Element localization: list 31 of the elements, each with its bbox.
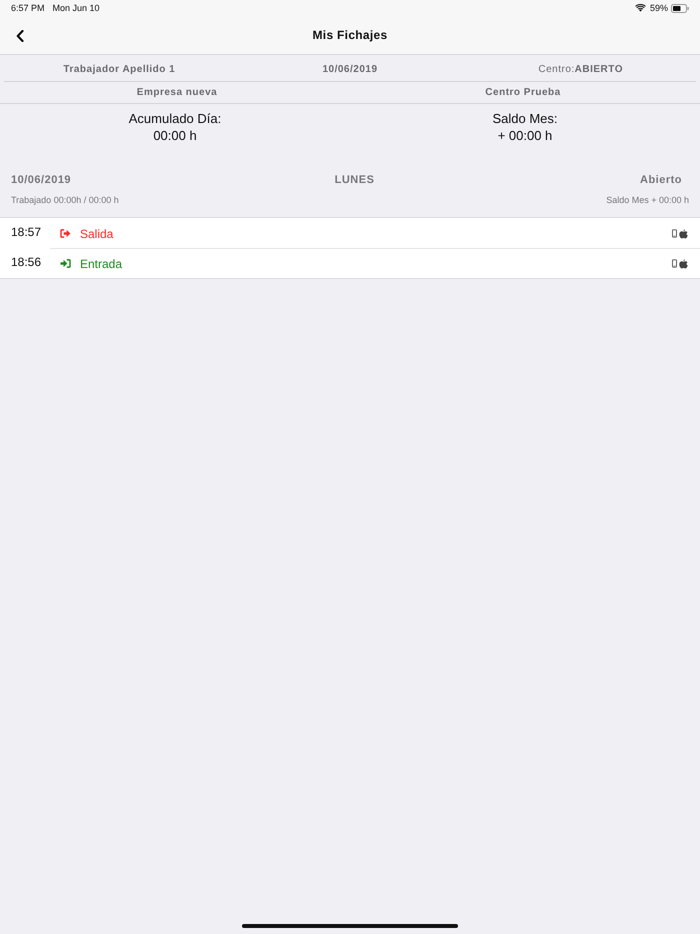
day-status: Abierto — [640, 173, 682, 188]
info-text: Centro Prueba — [484, 87, 562, 98]
info-text: Centro:ABIERTO — [537, 64, 624, 75]
entry-time: 18:57 — [10, 224, 42, 241]
phone-icon — [672, 259, 677, 268]
summary-label: Acumulado Día: — [128, 110, 222, 127]
phone-icon — [672, 229, 677, 238]
status-time: 6:57 PM — [11, 3, 45, 13]
worked-hours: Trabajado 00:00h / 00:00 h — [11, 194, 119, 207]
back-icon[interactable] — [16, 30, 24, 42]
status-date: Mon Jun 10 — [52, 3, 100, 13]
entry-row[interactable]: 18:56 Entrada — [0, 248, 700, 278]
month-balance: Saldo Mes + 00:00 h — [606, 194, 689, 207]
info-text: Trabajador Apellido 1 — [62, 64, 176, 75]
entry-type: Entrada — [80, 256, 122, 270]
summary-label: Saldo Mes: — [492, 110, 558, 127]
battery-percent: 59% — [650, 3, 668, 13]
summary-value: + 00:00 h — [498, 127, 552, 144]
day-date: 10/06/2019 — [11, 173, 72, 188]
apple-icon — [679, 228, 688, 238]
summary-value: 00:00 h — [153, 127, 197, 144]
apple-icon — [679, 258, 688, 268]
battery-icon — [671, 4, 689, 12]
entry-row[interactable]: 18:57 Salida — [0, 218, 700, 248]
info-text: 10/06/2019 — [321, 64, 379, 75]
page-title: Mis Fichajes — [312, 28, 388, 42]
entry-time: 18:56 — [10, 254, 42, 271]
entry-type: Salida — [80, 226, 114, 240]
wifi-icon — [634, 4, 646, 12]
day-weekday: LUNES — [334, 173, 374, 188]
info-text: Empresa nueva — [136, 87, 218, 98]
